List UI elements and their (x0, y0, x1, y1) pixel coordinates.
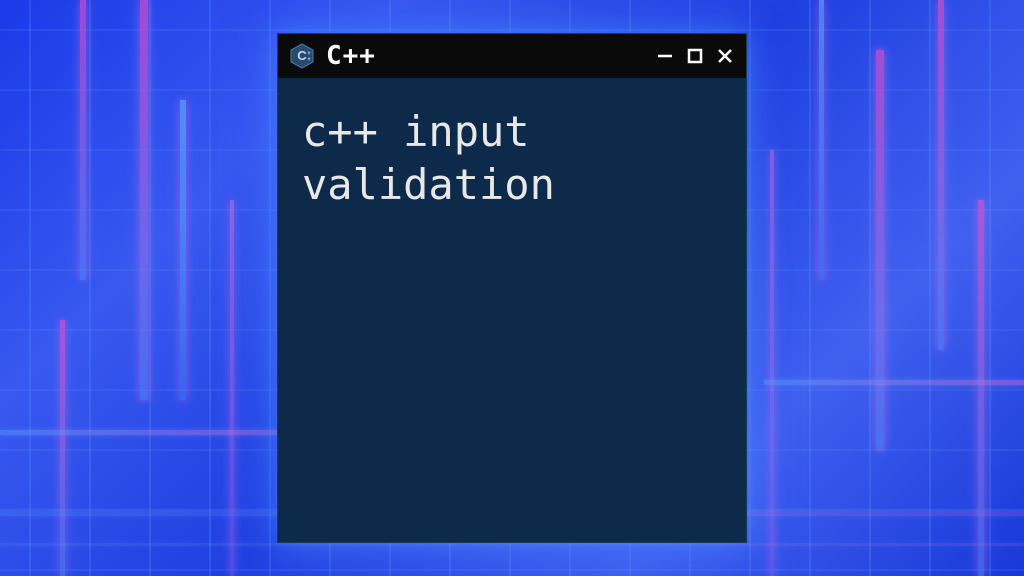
maximize-button[interactable] (684, 45, 706, 67)
terminal-content: c++ input validation (302, 106, 722, 211)
minimize-button[interactable] (654, 45, 676, 67)
terminal-body[interactable]: c++ input validation (278, 78, 746, 542)
cpp-icon: C + + (288, 42, 316, 70)
title-bar[interactable]: C + + C++ (278, 34, 746, 78)
svg-text:+: + (307, 57, 311, 63)
terminal-window: C + + C++ c++ input validation (277, 33, 747, 543)
close-button[interactable] (714, 45, 736, 67)
window-title: C++ (326, 41, 644, 71)
window-controls (654, 45, 736, 67)
svg-text:C: C (297, 48, 307, 63)
